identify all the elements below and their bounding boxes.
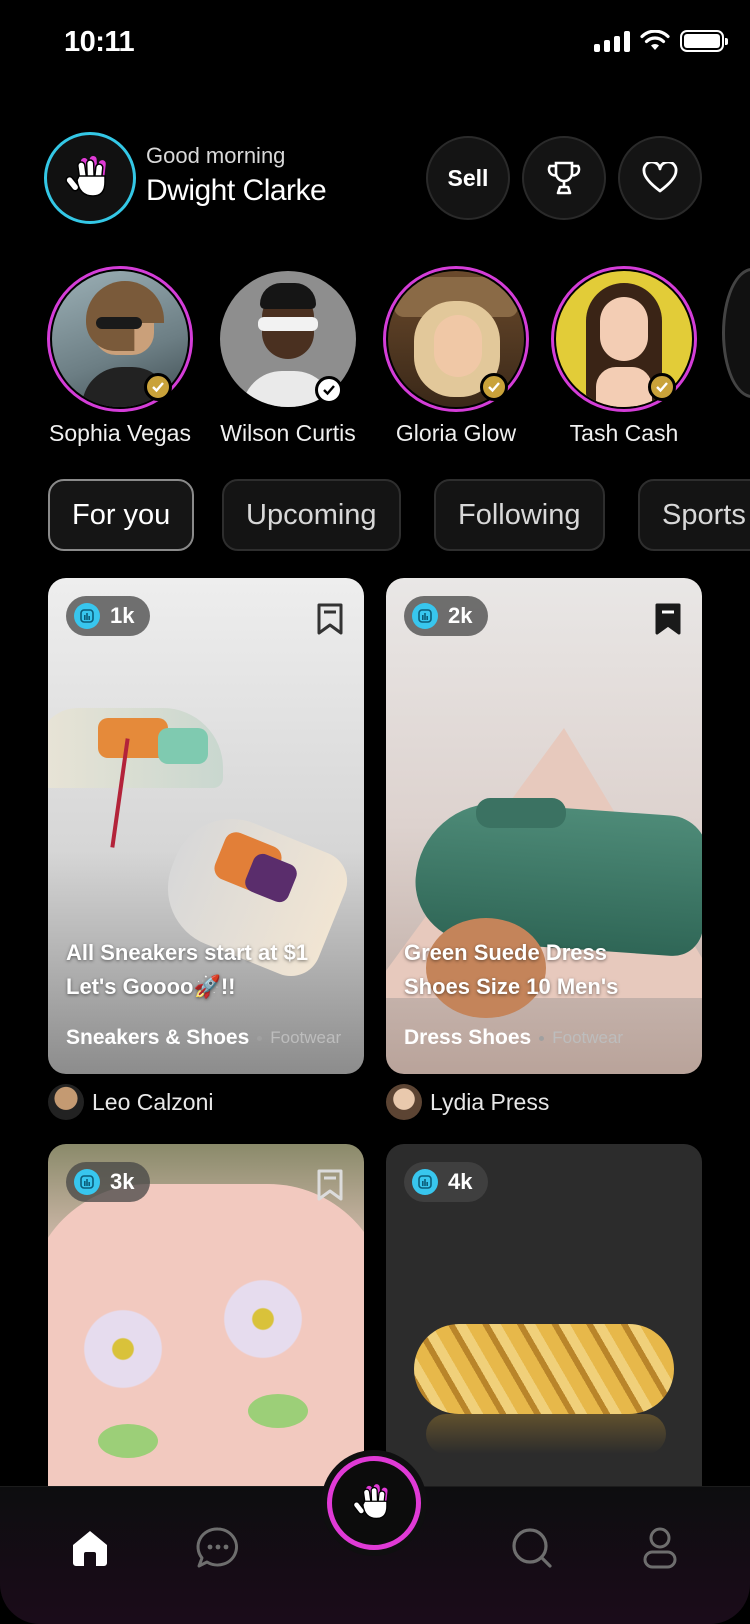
card-title-line: Let's Goooo🚀!! bbox=[66, 974, 236, 999]
story-item-partial[interactable] bbox=[722, 268, 750, 398]
seller-name: Lydia Press bbox=[430, 1088, 550, 1115]
stream-card[interactable]: 4k bbox=[386, 1144, 702, 1524]
live-stats-icon bbox=[412, 1169, 438, 1195]
card-title-line: Shoes Size 10 Men's bbox=[404, 974, 619, 999]
greeting-text: Good morning bbox=[146, 143, 286, 168]
seller-info[interactable]: Lydia Press bbox=[386, 1084, 549, 1120]
sell-button[interactable]: Sell bbox=[426, 136, 510, 220]
tab-for-you[interactable]: For you bbox=[48, 479, 195, 551]
story-name: Sophia Vegas bbox=[49, 420, 191, 446]
go-live-button-wrap bbox=[321, 1450, 427, 1556]
live-stats-icon bbox=[74, 603, 100, 629]
viewer-count-label: 3k bbox=[110, 1169, 135, 1194]
story-item[interactable]: Wilson Curtis bbox=[208, 266, 368, 447]
cellular-signal-icon bbox=[594, 30, 630, 52]
card-title: All Sneakers start at $1 Let's Goooo🚀!! bbox=[66, 936, 346, 1004]
story-name: Gloria Glow bbox=[395, 420, 517, 446]
verified-badge-icon bbox=[648, 373, 676, 401]
tab-label: Sports bbox=[662, 498, 746, 531]
viewer-count: 4k bbox=[404, 1162, 489, 1202]
story-item[interactable]: Tash Cash bbox=[544, 266, 704, 447]
leaderboard-button[interactable] bbox=[522, 136, 606, 220]
wifi-icon bbox=[640, 30, 670, 50]
wave-hand-logo-icon bbox=[65, 155, 106, 197]
home-icon bbox=[73, 1531, 107, 1566]
story-ring bbox=[47, 266, 193, 412]
story-name: Tash Cash bbox=[569, 420, 679, 446]
live-hand-icon bbox=[352, 1484, 388, 1520]
trophy-icon bbox=[547, 161, 581, 195]
card-title: Green Suede Dress Shoes Size 10 Men's bbox=[404, 936, 684, 1004]
category-label: Sneakers & Shoes bbox=[66, 1026, 250, 1049]
card-category: Dress Shoes Footwear bbox=[404, 1026, 623, 1050]
separator-dot bbox=[257, 1035, 263, 1041]
stream-card[interactable]: 1k All Sneakers start at $1 Let's Goooo🚀… bbox=[48, 578, 364, 1074]
story-ring bbox=[215, 266, 361, 412]
user-name: Dwight Clarke bbox=[146, 174, 327, 207]
category-label: Dress Shoes bbox=[404, 1026, 532, 1049]
seller-name: Leo Calzoni bbox=[92, 1088, 214, 1115]
viewer-count: 3k bbox=[66, 1162, 151, 1202]
app-screen: 10:11 Good morning Dwight Clarke Sell So… bbox=[0, 0, 750, 1624]
tab-label: For you bbox=[72, 498, 171, 531]
go-live-button[interactable] bbox=[327, 1456, 421, 1550]
story-ring bbox=[383, 266, 529, 412]
bookmark-icon[interactable] bbox=[316, 602, 344, 636]
status-icons bbox=[594, 30, 728, 52]
status-time: 10:11 bbox=[64, 26, 135, 58]
nav-profile[interactable] bbox=[636, 1524, 684, 1572]
card-title-line: Green Suede Dress bbox=[404, 940, 607, 965]
viewer-count-label: 1k bbox=[110, 603, 135, 628]
verified-badge-icon bbox=[144, 373, 172, 401]
nav-home[interactable] bbox=[66, 1524, 114, 1572]
nav-messages[interactable] bbox=[194, 1524, 242, 1572]
sell-button-label: Sell bbox=[447, 164, 489, 191]
story-item[interactable]: Gloria Glow bbox=[376, 266, 536, 447]
story-name: Wilson Curtis bbox=[220, 420, 356, 446]
viewer-count: 2k bbox=[404, 596, 489, 636]
viewer-count: 1k bbox=[66, 596, 151, 636]
profile-icon bbox=[643, 1527, 677, 1569]
verified-badge-icon bbox=[480, 373, 508, 401]
stream-card[interactable]: 3k bbox=[48, 1144, 364, 1524]
tab-upcoming[interactable]: Upcoming bbox=[222, 479, 401, 551]
subcategory-label: Footwear bbox=[270, 1028, 342, 1047]
heart-icon bbox=[642, 162, 678, 193]
stream-card[interactable]: 2k Green Suede Dress Shoes Size 10 Men's… bbox=[386, 578, 702, 1074]
separator-dot bbox=[539, 1035, 545, 1041]
user-avatar[interactable] bbox=[44, 132, 136, 224]
tab-following[interactable]: Following bbox=[434, 479, 605, 551]
live-stats-icon bbox=[74, 1169, 100, 1195]
viewer-count-label: 2k bbox=[448, 603, 473, 628]
subcategory-label: Footwear bbox=[552, 1028, 624, 1047]
battery-icon bbox=[680, 30, 728, 52]
tab-label: Following bbox=[458, 498, 581, 531]
seller-info[interactable]: Leo Calzoni bbox=[48, 1084, 213, 1120]
story-ring bbox=[551, 266, 697, 412]
card-title-line: All Sneakers start at $1 bbox=[66, 940, 309, 965]
verified-badge-icon bbox=[315, 376, 343, 404]
favorites-button[interactable] bbox=[618, 136, 702, 220]
bookmark-icon[interactable] bbox=[316, 1168, 344, 1202]
tab-label: Upcoming bbox=[246, 498, 377, 531]
viewer-count-label: 4k bbox=[448, 1169, 473, 1194]
bookmark-filled-icon[interactable] bbox=[654, 602, 682, 636]
seller-avatar bbox=[386, 1084, 422, 1120]
story-item[interactable]: Sophia Vegas bbox=[40, 266, 200, 447]
tab-sports[interactable]: Sports bbox=[638, 479, 750, 551]
live-stats-icon bbox=[412, 603, 438, 629]
seller-avatar bbox=[48, 1084, 84, 1120]
chat-icon bbox=[196, 1527, 238, 1568]
nav-search[interactable] bbox=[508, 1524, 556, 1572]
search-icon bbox=[512, 1528, 552, 1568]
card-category: Sneakers & Shoes Footwear bbox=[66, 1026, 341, 1050]
